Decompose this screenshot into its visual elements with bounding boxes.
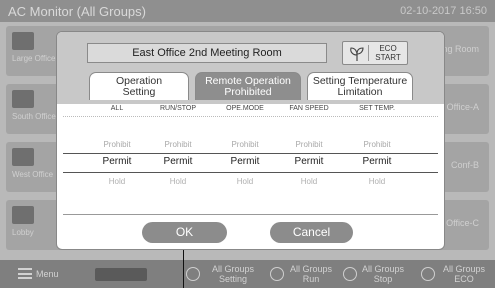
selection-border-top xyxy=(63,153,438,154)
eco-separator xyxy=(368,45,369,61)
all-groups-run-button[interactable]: All Groups Run xyxy=(286,264,336,284)
column-header-set-temp: SET TEMP. xyxy=(359,105,395,112)
prohibit-option-all[interactable]: Prohibit xyxy=(87,140,147,149)
group-right-label: Conf-B xyxy=(450,160,479,170)
group-icon xyxy=(12,148,34,166)
prohibit-option-run-stop[interactable]: Prohibit xyxy=(148,140,208,149)
column-header-fan-speed: FAN SPEED xyxy=(289,105,329,112)
bottom-bar: Menu All Groups Setting All Groups Run A… xyxy=(0,260,495,288)
all-groups-stop-button[interactable]: All Groups Stop xyxy=(358,264,408,284)
room-name-label: East Office 2nd Meeting Room xyxy=(87,43,327,63)
tab-label-line2: Limitation xyxy=(337,86,383,98)
leaf-icon xyxy=(350,47,364,61)
eco-label-line2: START xyxy=(375,53,401,62)
prohibit-option-ope-mode[interactable]: Prohibit xyxy=(215,140,275,149)
hold-option-all[interactable]: Hold xyxy=(87,177,147,186)
menu-button[interactable]: Menu xyxy=(36,269,59,279)
permit-option-fan-speed[interactable]: Permit xyxy=(279,156,339,167)
header-divider xyxy=(63,116,438,117)
tab-label-line2: Prohibited xyxy=(224,86,272,98)
permit-option-ope-mode[interactable]: Permit xyxy=(215,156,275,167)
column-header-run-stop: RUN/STOP xyxy=(159,105,197,112)
monitor-title-bar: AC Monitor (All Groups) 02-10-2017 16:50 xyxy=(0,0,495,22)
power-icon xyxy=(270,267,284,281)
hold-option-run-stop[interactable]: Hold xyxy=(148,177,208,186)
permit-option-run-stop[interactable]: Permit xyxy=(148,156,208,167)
tab-setting-temperature-limitation[interactable]: Setting Temperature Limitation xyxy=(307,72,413,100)
eco-icon xyxy=(421,267,435,281)
eco-label-line1: ECO xyxy=(379,44,397,53)
pointer-indicator-line xyxy=(183,250,184,288)
column-header-all: ALL xyxy=(110,105,124,112)
cancel-button[interactable]: Cancel xyxy=(270,222,353,243)
tab-remote-operation-prohibited[interactable]: Remote Operation Prohibited xyxy=(195,72,301,100)
group-label: South Office xyxy=(12,112,56,121)
eco-label: ECO START xyxy=(370,44,406,62)
column-header-ope-mode: OPE.MODE xyxy=(226,105,264,112)
group-label: Lobby xyxy=(12,228,34,237)
prohibit-option-set-temp[interactable]: Prohibit xyxy=(347,140,407,149)
gear-icon xyxy=(186,267,200,281)
power-off-icon xyxy=(343,267,357,281)
group-icon xyxy=(12,90,34,108)
tab-operation-setting[interactable]: Operation Setting xyxy=(89,72,189,100)
hold-option-ope-mode[interactable]: Hold xyxy=(215,177,275,186)
status-indicator xyxy=(95,268,147,281)
all-groups-setting-button[interactable]: All Groups Setting xyxy=(203,264,263,284)
monitor-title: AC Monitor (All Groups) xyxy=(8,4,146,19)
ok-button[interactable]: OK xyxy=(142,222,227,243)
permit-option-set-temp[interactable]: Permit xyxy=(347,156,407,167)
selection-border-bottom xyxy=(63,172,438,173)
footer-divider xyxy=(63,214,438,215)
group-label: West Office xyxy=(12,170,54,179)
remote-prohibit-dialog: East Office 2nd Meeting Room ECO START O… xyxy=(56,31,445,250)
group-right-label: Office-A xyxy=(446,102,479,112)
group-right-label: Office-C xyxy=(446,218,479,228)
hold-option-fan-speed[interactable]: Hold xyxy=(279,177,339,186)
prohibit-option-fan-speed[interactable]: Prohibit xyxy=(279,140,339,149)
monitor-date: 02-10-2017 16:50 xyxy=(400,5,487,17)
tab-label-line2: Setting xyxy=(122,86,156,98)
all-groups-eco-button[interactable]: All Groups ECO xyxy=(437,264,491,284)
group-icon xyxy=(12,32,34,50)
dialog-header: East Office 2nd Meeting Room ECO START O… xyxy=(57,32,444,104)
permit-option-all[interactable]: Permit xyxy=(87,156,147,167)
menu-icon[interactable] xyxy=(18,268,32,279)
hold-option-set-temp[interactable]: Hold xyxy=(347,177,407,186)
group-label: Large Office xyxy=(12,54,56,63)
group-icon xyxy=(12,206,34,224)
eco-start-button[interactable]: ECO START xyxy=(342,41,408,65)
